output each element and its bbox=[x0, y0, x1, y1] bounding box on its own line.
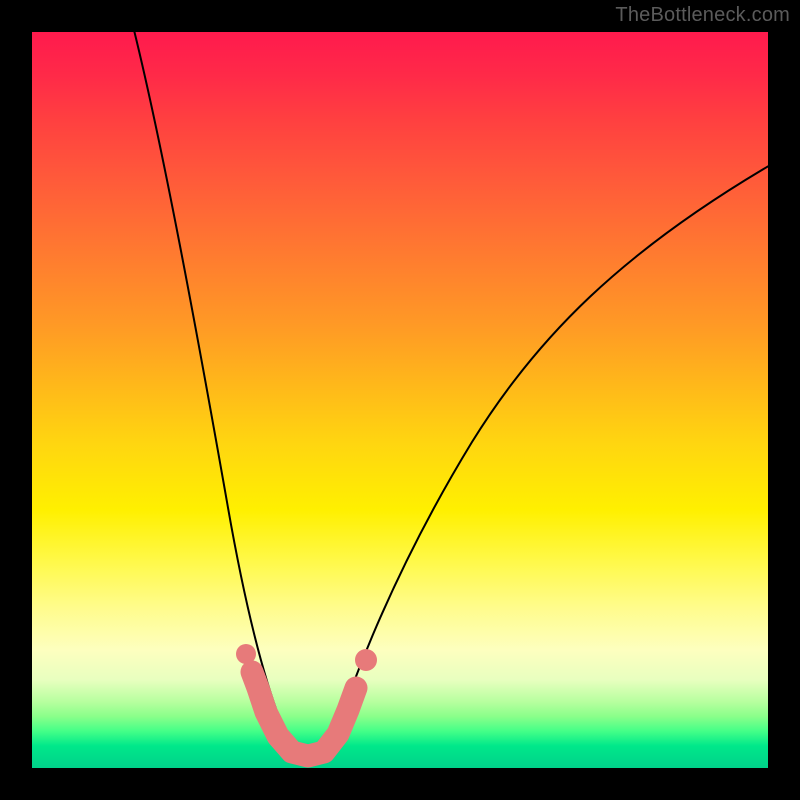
chart-frame: TheBottleneck.com bbox=[0, 0, 800, 800]
highlight-bottom-stroke bbox=[252, 672, 356, 756]
plot-area bbox=[32, 32, 768, 768]
highlight-lead-dot bbox=[236, 644, 256, 664]
curves-overlay bbox=[32, 32, 768, 768]
highlight-isolated-dot bbox=[355, 649, 377, 671]
curve-right-arm bbox=[306, 164, 768, 756]
watermark-text: TheBottleneck.com bbox=[615, 4, 790, 27]
curve-left-arm bbox=[132, 32, 306, 756]
